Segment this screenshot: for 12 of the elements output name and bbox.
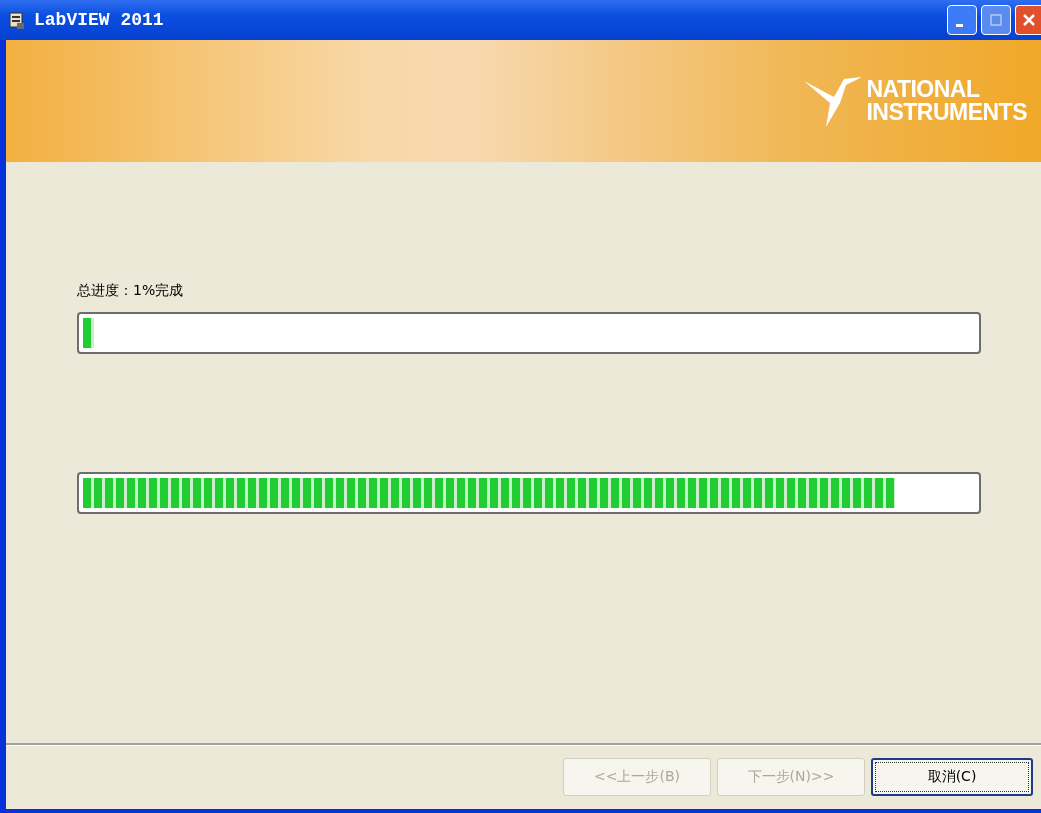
- maximize-button[interactable]: [981, 5, 1011, 35]
- logo-text: INSTRUMENTS: [866, 101, 1027, 124]
- logo-text: NATIONAL: [866, 78, 981, 101]
- maximize-icon: [990, 14, 1002, 26]
- cancel-button[interactable]: 取消(C): [871, 758, 1033, 796]
- minimize-button[interactable]: [947, 5, 977, 35]
- close-button[interactable]: [1015, 5, 1041, 35]
- close-icon: [1022, 14, 1035, 26]
- application-icon: [8, 10, 26, 30]
- window-title: LabVIEW 2011: [34, 10, 165, 30]
- progress-label: 总进度：1%完成: [77, 282, 185, 300]
- minimize-icon: [955, 23, 963, 27]
